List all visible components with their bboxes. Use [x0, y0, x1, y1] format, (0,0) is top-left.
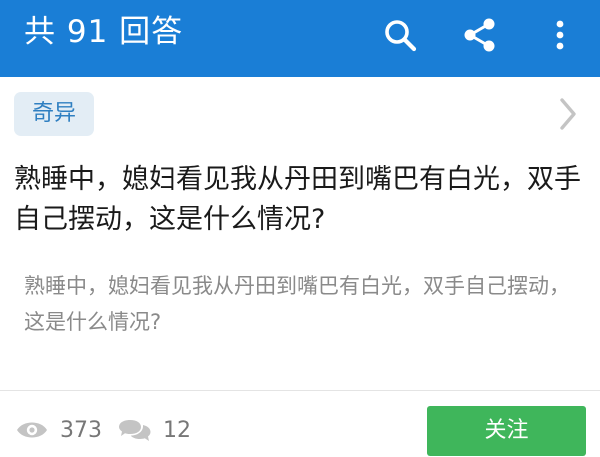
page-title: 共 91 回答 [24, 14, 184, 50]
divider [0, 390, 600, 391]
search-icon[interactable] [378, 13, 422, 57]
more-vertical-icon[interactable] [538, 13, 582, 57]
follow-button[interactable]: 关注 [427, 406, 586, 456]
eye-icon [16, 419, 48, 441]
app-bar: 共 91 回答 [0, 0, 600, 77]
share-icon[interactable] [458, 13, 502, 57]
question-body: 熟睡中，媳妇看见我从丹田到嘴巴有白光，双手自己摆动，这是什么情况? [24, 274, 570, 334]
answer-count: 12 [119, 412, 191, 448]
comment-icon [119, 417, 151, 443]
answer-count-value: 12 [163, 417, 191, 443]
view-count-value: 373 [60, 417, 102, 443]
view-count: 373 [16, 412, 102, 448]
question-title: 熟睡中，媳妇看见我从丹田到嘴巴有白光，双手自己摆动，这是什么情况? [14, 164, 581, 235]
chevron-right-icon[interactable] [556, 96, 580, 132]
topic-tag[interactable]: 奇异 [14, 92, 95, 136]
topic-row[interactable]: 奇异 [0, 77, 600, 151]
